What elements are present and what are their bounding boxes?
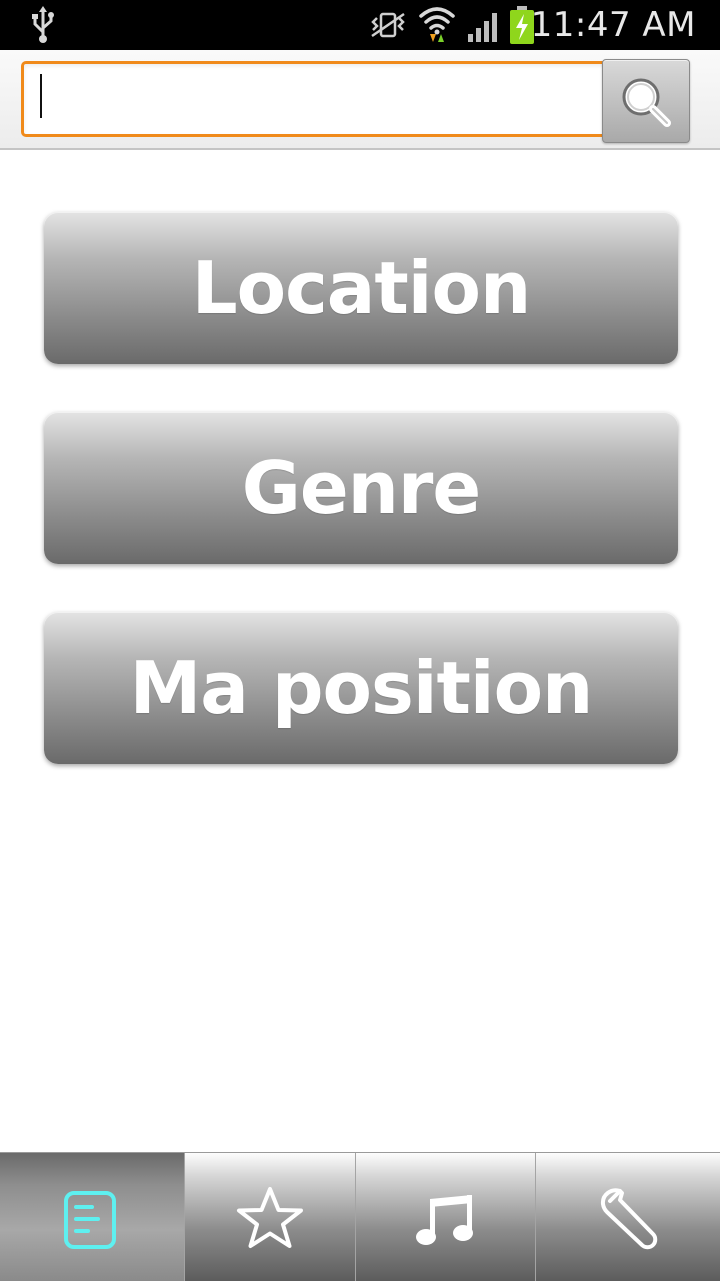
- vibrate-icon: [368, 10, 408, 44]
- tab-music[interactable]: [356, 1153, 536, 1281]
- search-input[interactable]: [21, 61, 611, 137]
- signal-icon: [466, 10, 502, 46]
- tab-settings[interactable]: [536, 1153, 720, 1281]
- location-button[interactable]: Location: [44, 212, 678, 364]
- search-button[interactable]: [602, 59, 690, 143]
- list-icon: [64, 1191, 116, 1249]
- bottom-tab-bar: [0, 1152, 720, 1281]
- my-position-button[interactable]: Ma position: [44, 612, 678, 764]
- tab-favorites[interactable]: [185, 1153, 356, 1281]
- tab-list[interactable]: [0, 1153, 185, 1281]
- search-icon: [622, 78, 671, 127]
- wifi-icon: [418, 4, 456, 48]
- genre-button[interactable]: Genre: [44, 412, 678, 564]
- usb-icon: [30, 6, 56, 48]
- status-bar: 11:47 AM: [0, 0, 720, 50]
- search-bar: [0, 50, 720, 150]
- status-time: 11:47 AM: [530, 5, 696, 45]
- music-note-icon: [416, 1195, 473, 1245]
- text-caret: [40, 74, 42, 118]
- wrench-icon: [600, 1188, 658, 1250]
- star-icon: [237, 1187, 303, 1248]
